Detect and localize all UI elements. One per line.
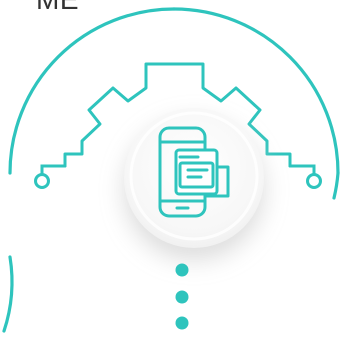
- infographic-canvas: ME: [0, 0, 356, 336]
- partial-arc-bottom-left: [2, 255, 14, 333]
- outer-arc-bottom-right: [332, 171, 340, 200]
- left-connector-node: [34, 173, 50, 189]
- right-branch-line: [288, 164, 316, 176]
- left-branch-line: [40, 164, 67, 176]
- vertical-dots-icon: [175, 263, 189, 330]
- partial-heading-text: ME: [36, 0, 79, 14]
- right-connector-node: [306, 173, 322, 189]
- mobile-app-development-graphic: [2, 7, 340, 333]
